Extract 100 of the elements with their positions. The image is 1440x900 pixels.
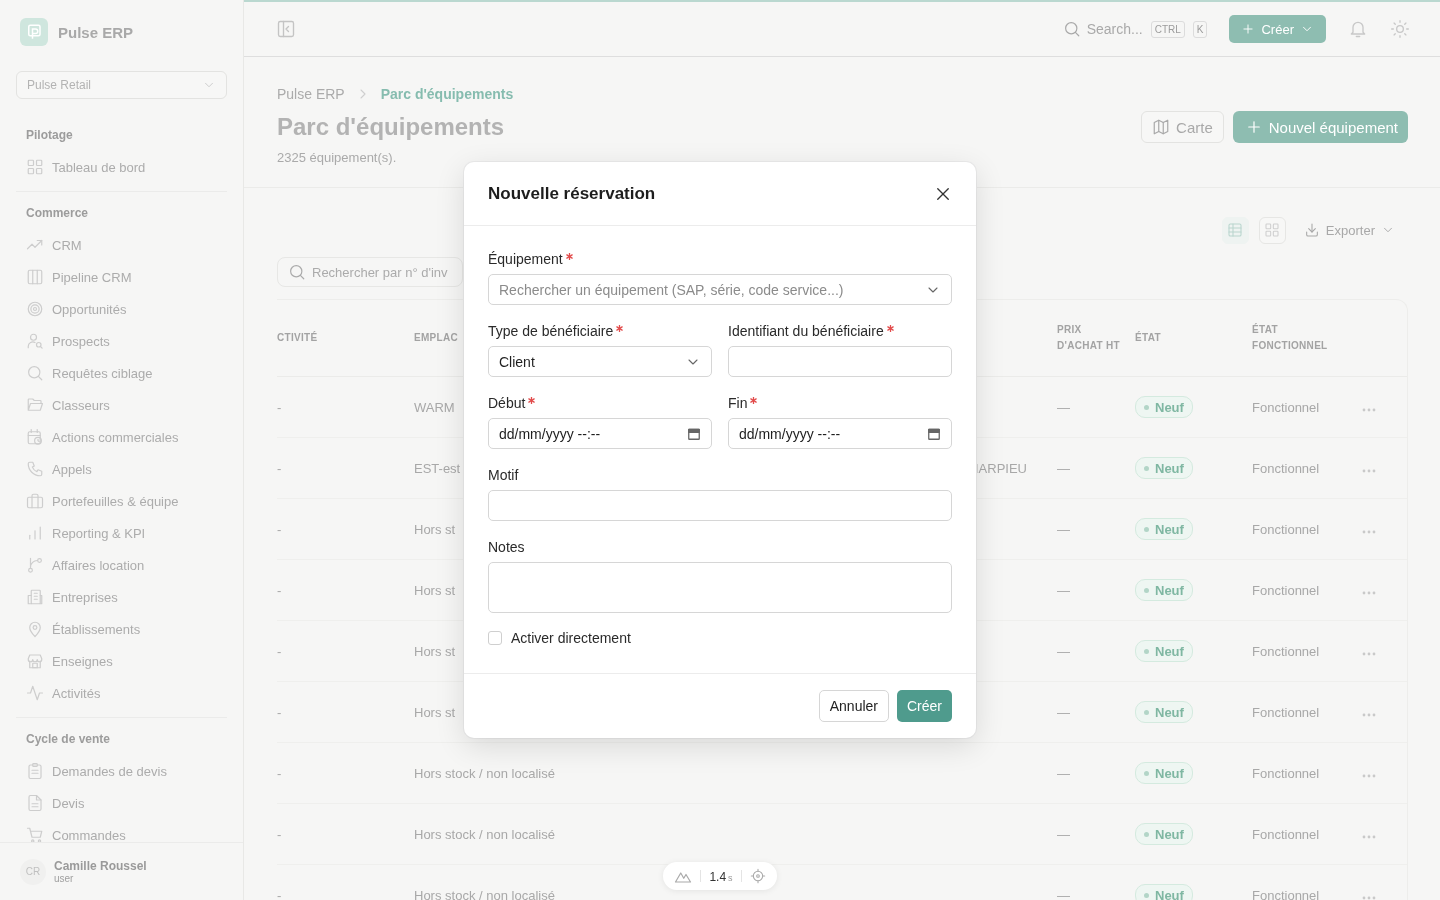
status-badge: Neuf: [1135, 762, 1193, 784]
document-icon: [26, 794, 44, 812]
nav-item[interactable]: Requêtes ciblage: [0, 357, 243, 389]
user-search-icon: [26, 332, 44, 350]
grid-view-button[interactable]: [1258, 216, 1286, 244]
nav-item[interactable]: Entreprises: [0, 581, 243, 613]
user-name: Camille Roussel: [54, 859, 147, 873]
nav-item[interactable]: Pipeline CRM: [0, 261, 243, 293]
table-cell: —: [1057, 399, 1070, 415]
table-search-field[interactable]: Rechercher par n° d'inv: [277, 257, 463, 287]
text-field[interactable]: [728, 346, 952, 377]
more-icon[interactable]: [1362, 773, 1376, 778]
table-cell: -: [277, 521, 282, 537]
map-button[interactable]: Carte: [1141, 111, 1224, 143]
notes-field[interactable]: [488, 562, 952, 613]
field-label: Début: [488, 394, 526, 412]
select-field[interactable]: Client: [488, 346, 712, 377]
table-cell: Hors stock / non localisé: [414, 887, 555, 900]
nav-section-title: Cycle de vente: [25, 731, 112, 747]
new-equipment-button[interactable]: Nouvel équipement: [1232, 111, 1408, 143]
more-icon[interactable]: [1362, 590, 1376, 595]
date-time-field[interactable]: dd/mm/yyyy --:--: [728, 418, 952, 449]
nav-item[interactable]: Actions commerciales: [0, 421, 243, 453]
breadcrumb-link[interactable]: Pulse ERP: [277, 86, 345, 102]
column-header: EMPLAC: [414, 332, 459, 343]
logo-icon: [20, 18, 48, 46]
sun-icon: [1390, 19, 1410, 39]
nav-item[interactable]: Commandes: [0, 819, 243, 842]
more-icon[interactable]: [1362, 407, 1376, 412]
notifications-button[interactable]: [1348, 19, 1368, 39]
nav-item[interactable]: Établissements: [0, 613, 243, 645]
activate-checkbox[interactable]: Activer directement: [488, 630, 952, 646]
nav-item[interactable]: Affaires location: [0, 549, 243, 581]
nav-item[interactable]: Appels: [0, 453, 243, 485]
more-icon[interactable]: [1362, 712, 1376, 717]
table-cell: -: [277, 887, 282, 900]
field-label: Fin: [728, 394, 748, 412]
table-cell: -: [277, 826, 282, 842]
more-icon[interactable]: [1362, 651, 1376, 656]
column-header: CTIVITÉ: [277, 332, 318, 343]
equipment-search-field[interactable]: Rechercher un équipement (SAP, série, code service...): [488, 274, 952, 305]
column-header: ÉTAT: [1135, 332, 1161, 343]
store-icon: [26, 652, 44, 670]
table-view-button[interactable]: [1221, 216, 1249, 244]
table-cell: Fonctionnel: [1252, 887, 1320, 900]
export-button[interactable]: Exporter: [1303, 222, 1395, 238]
nav-item[interactable]: Classeurs: [0, 389, 243, 421]
nav-item[interactable]: Enseignes: [0, 645, 243, 677]
table-cell: EST-est: [414, 460, 461, 476]
search-button[interactable]: Search... CTRL K: [1062, 20, 1208, 38]
breadcrumb-link[interactable]: Parc d'équipements: [380, 86, 514, 102]
more-icon[interactable]: [1362, 895, 1376, 900]
nav-item[interactable]: Activités: [0, 677, 243, 709]
nav-item[interactable]: Portefeuilles & équipe: [0, 485, 243, 517]
table-cell: —: [1057, 887, 1070, 900]
field-label: Notes: [488, 538, 525, 556]
nav-item[interactable]: Prospects: [0, 325, 243, 357]
cancel-button[interactable]: Annuler: [818, 690, 889, 722]
date-time-field[interactable]: dd/mm/yyyy --:--: [488, 418, 712, 449]
table-cell: Hors st: [414, 704, 456, 720]
equipment-count: 2325 équipement(s).: [277, 150, 398, 166]
table-cell: Fonctionnel: [1252, 521, 1320, 537]
activity-icon: [26, 684, 44, 702]
text-field[interactable]: [488, 490, 952, 521]
field-label: Type de bénéficiaire: [488, 322, 614, 340]
create-button[interactable]: Créer: [897, 690, 952, 722]
folder-icon: [26, 396, 44, 414]
location-pin-icon: [26, 620, 44, 638]
more-icon[interactable]: [1362, 529, 1376, 534]
sidebar-toggle-button[interactable]: [276, 19, 296, 39]
nav-item[interactable]: Demandes de devis: [0, 755, 243, 787]
nav-section-title: Pilotage: [25, 127, 74, 143]
nav-item[interactable]: Tableau de bord: [0, 151, 243, 183]
more-icon[interactable]: [1362, 834, 1376, 839]
dashboard-icon: [26, 158, 44, 176]
table-cell: Hors st: [414, 521, 456, 537]
grid-icon: [1264, 222, 1281, 238]
phone-icon: [26, 460, 44, 478]
theme-toggle-button[interactable]: [1390, 19, 1410, 39]
status-badge: Neuf: [1135, 884, 1193, 900]
branch-icon: [26, 556, 44, 574]
workspace-select[interactable]: Pulse Retail: [16, 71, 227, 99]
table-cell: —: [1057, 582, 1070, 598]
table-cell: Fonctionnel: [1252, 765, 1320, 781]
more-icon[interactable]: [1362, 468, 1376, 473]
nav-item[interactable]: CRM: [0, 229, 243, 261]
nav-item[interactable]: Devis: [0, 787, 243, 819]
bar-chart-icon: [26, 524, 44, 542]
table-cell: —: [1057, 643, 1070, 659]
columns-icon: [26, 268, 44, 286]
create-button[interactable]: Créer: [1229, 15, 1326, 43]
table-icon: [1227, 222, 1244, 238]
nav-item[interactable]: Opportunités: [0, 293, 243, 325]
table-cell: Fonctionnel: [1252, 399, 1320, 415]
calendar-icon: [26, 428, 44, 446]
nav-item[interactable]: Reporting & KPI: [0, 517, 243, 549]
inspect-button[interactable]: [749, 868, 766, 884]
plus-icon: [1241, 22, 1256, 36]
briefcase-icon: [26, 492, 44, 510]
panel-icon: [276, 19, 296, 39]
